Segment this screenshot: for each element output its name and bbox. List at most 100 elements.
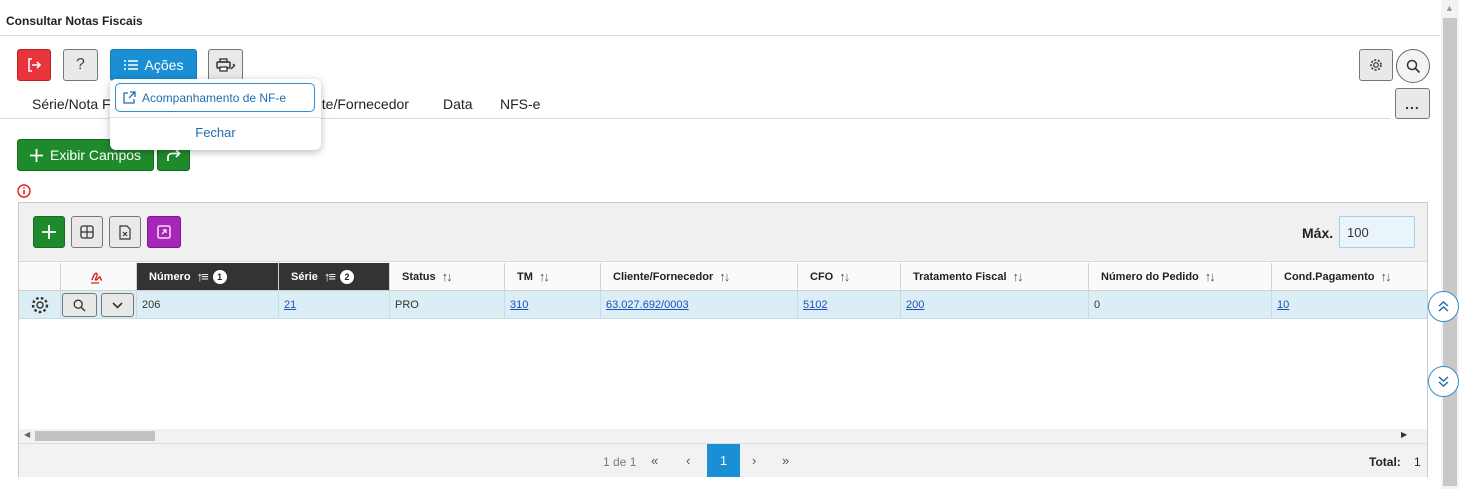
info-icon[interactable] [17,184,31,203]
sort-order-badge: 1 [212,269,227,284]
tab-cliente-fornecedor[interactable]: nte/Fornecedor [314,96,409,112]
column-tm[interactable]: TM ↑↓ [505,263,601,291]
exit-button[interactable] [17,49,51,81]
column-numero-pedido[interactable]: Número do Pedido ↑↓ [1089,263,1272,291]
excel-file-icon [119,224,131,240]
horizontal-scrollbar-thumb[interactable] [35,431,155,441]
page-info: 1 de 1 [603,455,637,469]
scrollbar-thumb[interactable] [1443,18,1457,486]
search-icon [1406,59,1420,73]
cell-status: PRO [390,291,505,319]
last-page-button[interactable]: » [782,453,789,468]
column-cfo[interactable]: CFO ↑↓ [798,263,901,291]
sort-icon: ↑↓ [1380,269,1391,284]
grid-columns-button[interactable] [71,216,103,248]
logout-icon [28,58,42,72]
printer-settings-icon [215,58,235,72]
plus-icon [42,225,56,239]
current-page-button[interactable]: 1 [707,444,740,477]
max-input[interactable] [1339,216,1415,248]
prev-page-button[interactable]: ‹ [686,453,690,468]
sort-icon: ↑↓ [1012,269,1024,284]
external-link-icon [123,90,136,104]
more-options-button[interactable]: ... [1395,88,1430,119]
print-button[interactable] [208,49,243,81]
row-buttons-cell [61,291,137,319]
cell-numero: 206 [137,291,279,319]
help-button[interactable]: ? [63,49,98,81]
pagination: 1 de 1 « ‹ 1 › » Total: 1 [19,443,1427,477]
search-icon [73,299,86,311]
acoes-label: Ações [144,57,184,73]
total-label: Total: [1369,455,1401,469]
total-value: 1 [1414,455,1421,469]
double-chevron-up-icon [1438,301,1449,312]
vertical-scrollbar[interactable]: ▲ [1441,0,1459,489]
column-numero[interactable]: Número ↑≡ 1 [137,263,279,291]
menu-divider [110,117,321,118]
tm-link[interactable]: 310 [510,299,528,311]
column-serie[interactable]: Série ↑≡ 2 [279,263,390,291]
grid-add-button[interactable] [33,216,65,248]
gear-icon[interactable] [30,295,50,315]
header-signature-cell [61,263,137,291]
share-arrow-icon [167,148,181,161]
sort-ascending-icon: ↑≡ [196,269,209,284]
row-view-button[interactable] [62,293,97,317]
row-expand-button[interactable] [101,293,134,317]
signature-icon[interactable] [90,270,107,284]
column-status[interactable]: Status ↑↓ [390,263,505,291]
scroll-up-arrow-icon[interactable]: ▲ [1445,3,1454,13]
gear-icon [1370,59,1382,71]
scroll-left-arrow-icon[interactable]: ◀ [24,430,30,439]
first-page-button[interactable]: « [651,453,658,468]
cell-serie: 21 [279,291,390,319]
max-label: Máx. [1302,225,1334,241]
sort-icon: ↑↓ [538,269,550,284]
cell-cond-pagamento: 10 [1272,291,1427,319]
expand-icon [157,225,171,239]
menu-item-label: Acompanhamento de NF-e [142,90,287,105]
grid-expand-button[interactable] [147,216,181,248]
cell-pedido: 0 [1089,291,1272,319]
settings-button[interactable] [1359,49,1393,81]
sort-icon: ↑↓ [839,269,850,284]
column-cliente-fornecedor[interactable]: Cliente/Fornecedor ↑↓ [601,263,798,291]
chevron-down-icon [112,301,123,309]
cond-pagamento-link[interactable]: 10 [1277,299,1289,311]
cell-tratamento: 200 [901,291,1089,319]
search-button[interactable] [1396,49,1430,83]
column-label: CFO [810,270,834,283]
acoes-dropdown-menu: Acompanhamento de NF-e Fechar [110,79,321,150]
window-title: Consultar Notas Fiscais [0,8,1440,36]
cfo-link[interactable]: 5102 [803,299,827,311]
next-page-button[interactable]: › [752,453,756,468]
data-grid: Máx. Número ↑≡ 1 Série ↑≡ 2 Status ↑↓ TM ↑… [18,202,1428,477]
cliente-link[interactable]: 63.027.692/0003 [606,299,689,311]
acoes-button[interactable]: Ações [110,49,197,81]
list-icon [123,60,138,70]
tab-data[interactable]: Data [443,96,473,112]
sort-ascending-icon: ↑≡ [323,269,336,284]
cell-tm: 310 [505,291,601,319]
column-label: TM [517,270,533,283]
column-cond-pagamento[interactable]: Cond.Pagamento ↑↓ [1272,263,1427,291]
scroll-top-button[interactable] [1428,291,1459,322]
header-actions-cell [19,263,61,291]
sort-icon: ↑↓ [1204,269,1216,284]
menu-item-acompanhamento-nfe[interactable]: Acompanhamento de NF-e [115,83,315,112]
scroll-bottom-button[interactable] [1428,366,1459,397]
table-row[interactable]: 206 21 PRO 310 63.027.692/0003 5102 200 … [19,291,1427,319]
tab-serie-nota[interactable]: Série/Nota Fi [32,96,114,112]
column-label: Tratamento Fiscal [913,270,1007,283]
menu-close-button[interactable]: Fechar [110,125,321,140]
grid-export-excel-button[interactable] [109,216,141,248]
tab-nfse[interactable]: NFS-e [500,96,540,112]
horizontal-scrollbar[interactable]: ◀ ▶ [19,429,1427,443]
serie-link[interactable]: 21 [284,299,296,311]
scroll-right-arrow-icon[interactable]: ▶ [1401,430,1407,439]
tratamento-link[interactable]: 200 [906,299,924,311]
column-tratamento-fiscal[interactable]: Tratamento Fiscal ↑↓ [901,263,1089,291]
column-label: Série [291,270,318,283]
cell-cliente: 63.027.692/0003 [601,291,798,319]
